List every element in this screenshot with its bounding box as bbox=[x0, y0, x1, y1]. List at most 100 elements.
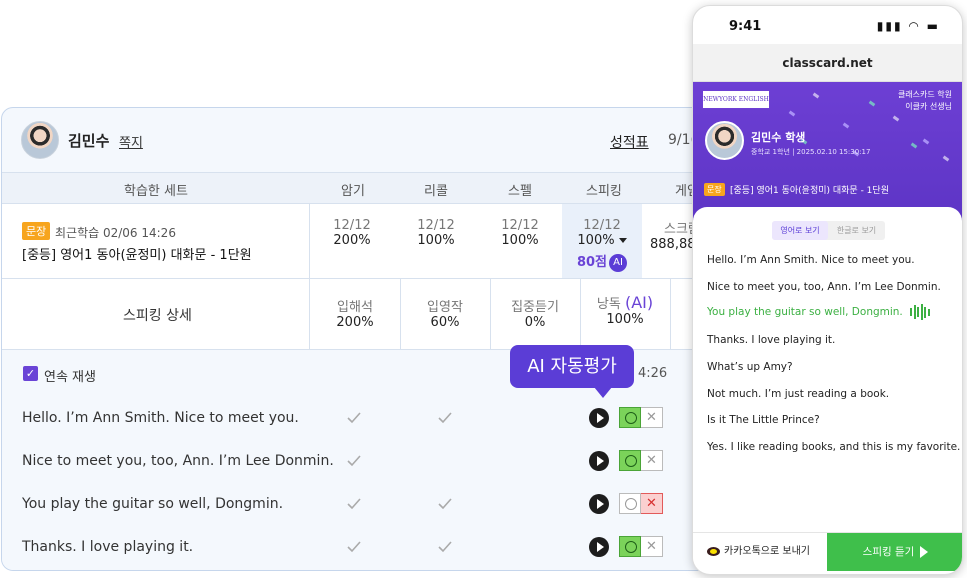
audio-wave-icon bbox=[910, 304, 931, 320]
col-memorize: 암기 bbox=[341, 184, 365, 199]
check-icon bbox=[347, 455, 361, 467]
ox-toggle[interactable]: ✕ bbox=[619, 450, 664, 471]
recent-study: 최근학습 02/06 14:26 bbox=[55, 226, 176, 240]
checkbox-icon[interactable]: ✓ bbox=[23, 366, 38, 381]
col-set: 학습한 세트 bbox=[124, 184, 188, 199]
play-icon[interactable] bbox=[589, 537, 609, 557]
ox-toggle[interactable]: ✕ bbox=[619, 536, 664, 557]
confetti bbox=[812, 92, 820, 99]
sentence-badge: 문장 bbox=[704, 183, 725, 196]
readaloud-title: 낭독 bbox=[596, 297, 621, 312]
detail-title: 집중듣기 bbox=[511, 300, 559, 315]
detail-readaloud: 낭독 (AI) 100% bbox=[580, 293, 670, 327]
dialogue-line: Is it The Little Prince? bbox=[707, 414, 820, 426]
divider bbox=[670, 279, 671, 349]
check-icon bbox=[438, 498, 452, 510]
table-row[interactable]: 문장 최근학습 02/06 14:26 [중등] 영어1 동아(윤정미) 대화문… bbox=[2, 204, 722, 279]
set-title[interactable]: [중등] 영어1 동아(윤정미) 대화문 - 1단원 bbox=[22, 244, 252, 263]
korean-view-tab[interactable]: 한글로 보기 bbox=[828, 221, 885, 240]
o-button[interactable] bbox=[619, 407, 641, 428]
status-time: 9:41 bbox=[729, 19, 762, 34]
dialogue-line-active: You play the guitar so well, Dongmin. bbox=[707, 304, 931, 320]
signal-wifi-battery-icon: ▮▮▮ ◠ ▬ bbox=[876, 19, 940, 33]
confetti bbox=[868, 100, 876, 107]
confetti bbox=[842, 122, 850, 129]
language-toggle[interactable]: 영어로 보기 한글로 보기 bbox=[772, 221, 885, 240]
confetti bbox=[942, 155, 950, 162]
spell-pct: 100% bbox=[501, 233, 539, 248]
confetti bbox=[788, 110, 796, 117]
memorize-pct: 200% bbox=[333, 233, 371, 248]
o-button[interactable] bbox=[619, 493, 641, 514]
report-header: 김민수 쪽지 성적표 9/1( bbox=[2, 108, 722, 172]
detail-title: 입해석 bbox=[337, 300, 373, 315]
report-card-link[interactable]: 성적표 bbox=[610, 132, 649, 152]
ox-toggle[interactable]: ✕ bbox=[619, 407, 664, 428]
memorize-cell: 12/12 200% bbox=[322, 218, 382, 248]
detail-title: 낭독 (AI) bbox=[580, 293, 670, 312]
ox-toggle[interactable]: ✕ bbox=[619, 493, 664, 514]
phone-mockup: 9:41 ▮▮▮ ◠ ▬ classcard.net NEWYORK ENGLI… bbox=[692, 5, 963, 575]
detail-pct: 200% bbox=[336, 315, 374, 330]
chevron-down-icon[interactable] bbox=[618, 238, 627, 243]
academy-info: 클래스카드 학원 이클카 선생님 bbox=[898, 89, 952, 113]
play-icon[interactable] bbox=[589, 451, 609, 471]
list-item: You play the guitar so well, Dongmin. bbox=[22, 496, 284, 512]
speaking-detail-row: 스피킹 상세 입해석 200% 입영작 60% 집중듣기 0% 낭독 (AI) … bbox=[2, 279, 722, 350]
x-button[interactable]: ✕ bbox=[641, 493, 663, 514]
dialogue-line: Thanks. I love playing it. bbox=[707, 334, 836, 346]
student-name: 김민수 학생 bbox=[751, 131, 806, 144]
confetti bbox=[892, 115, 900, 122]
student-info: 중학교 1학년 | 2025.02.10 15:30:17 bbox=[751, 148, 871, 156]
bottom-bar: 카카오톡으로 보내기 스피킹 듣기 bbox=[693, 532, 962, 571]
dialogue-line-text: You play the guitar so well, Dongmin. bbox=[707, 306, 903, 318]
list-item: Nice to meet you, too, Ann. I’m Lee Donm… bbox=[22, 453, 334, 469]
detail-listen: 집중듣기 0% bbox=[490, 296, 580, 330]
set-title: [중등] 영어1 동아(윤정미) 대화문 - 1단원 bbox=[730, 186, 889, 196]
list-item: Thanks. I love playing it. bbox=[22, 539, 194, 555]
ai-auto-eval-tooltip: AI 자동평가 bbox=[510, 345, 634, 398]
play-icon bbox=[920, 546, 929, 558]
english-view-tab[interactable]: 영어로 보기 bbox=[772, 221, 828, 240]
time-label: 4:26 bbox=[638, 366, 668, 381]
dialogue-line: Yes. I like reading books, and this is m… bbox=[707, 441, 961, 453]
kakao-share-button[interactable]: 카카오톡으로 보내기 bbox=[693, 533, 827, 571]
speaking-detail-label: 스피킹 상세 bbox=[123, 308, 192, 324]
academy-name: 클래스카드 학원 bbox=[897, 90, 952, 99]
recall-frac: 12/12 bbox=[417, 218, 455, 233]
x-button[interactable]: ✕ bbox=[641, 407, 663, 428]
recall-pct: 100% bbox=[417, 233, 455, 248]
dialogue-line: Hello. I’m Ann Smith. Nice to meet you. bbox=[707, 254, 915, 266]
academy-logo: NEWYORK ENGLISH bbox=[702, 90, 770, 109]
ai-badge-icon: AI bbox=[609, 253, 628, 272]
kakao-icon bbox=[707, 546, 720, 556]
check-icon bbox=[438, 412, 452, 424]
ai-score: 80점 bbox=[576, 255, 608, 270]
play-icon[interactable] bbox=[589, 408, 609, 428]
play-icon[interactable] bbox=[589, 494, 609, 514]
student-avatar bbox=[21, 121, 59, 159]
dialogue-line: Not much. I’m just reading a book. bbox=[707, 388, 890, 400]
divider bbox=[309, 204, 310, 278]
sentence-badge: 문장 bbox=[22, 222, 51, 240]
col-speaking: 스피킹 bbox=[586, 184, 622, 199]
teacher-name: 이클카 선생님 bbox=[905, 102, 952, 111]
col-spell: 스펠 bbox=[508, 184, 532, 199]
o-button[interactable] bbox=[619, 450, 641, 471]
o-button[interactable] bbox=[619, 536, 641, 557]
check-icon bbox=[438, 541, 452, 553]
continuous-play-label[interactable]: 연속 재생 bbox=[44, 366, 96, 385]
listen-label: 스피킹 듣기 bbox=[862, 546, 915, 558]
dialogue-card: 영어로 보기 한글로 보기 Hello. I’m Ann Smith. Nice… bbox=[693, 207, 962, 537]
speaking-listen-button[interactable]: 스피킹 듣기 bbox=[827, 533, 962, 571]
url-bar[interactable]: classcard.net bbox=[693, 44, 962, 82]
confetti bbox=[922, 138, 930, 145]
x-button[interactable]: ✕ bbox=[641, 450, 663, 471]
dialogue-line: Nice to meet you, too, Ann. I’m Lee Donm… bbox=[707, 281, 941, 293]
speaking-cell[interactable]: 12/12 100% 80점 AI bbox=[562, 218, 642, 272]
detail-pct: 100% bbox=[606, 312, 644, 327]
x-button[interactable]: ✕ bbox=[641, 536, 663, 557]
dialogue-line: What’s up Amy? bbox=[707, 361, 793, 373]
table-header: 학습한 세트 암기 리콜 스펠 스피킹 게임 bbox=[2, 172, 722, 204]
note-link[interactable]: 쪽지 bbox=[119, 132, 143, 151]
